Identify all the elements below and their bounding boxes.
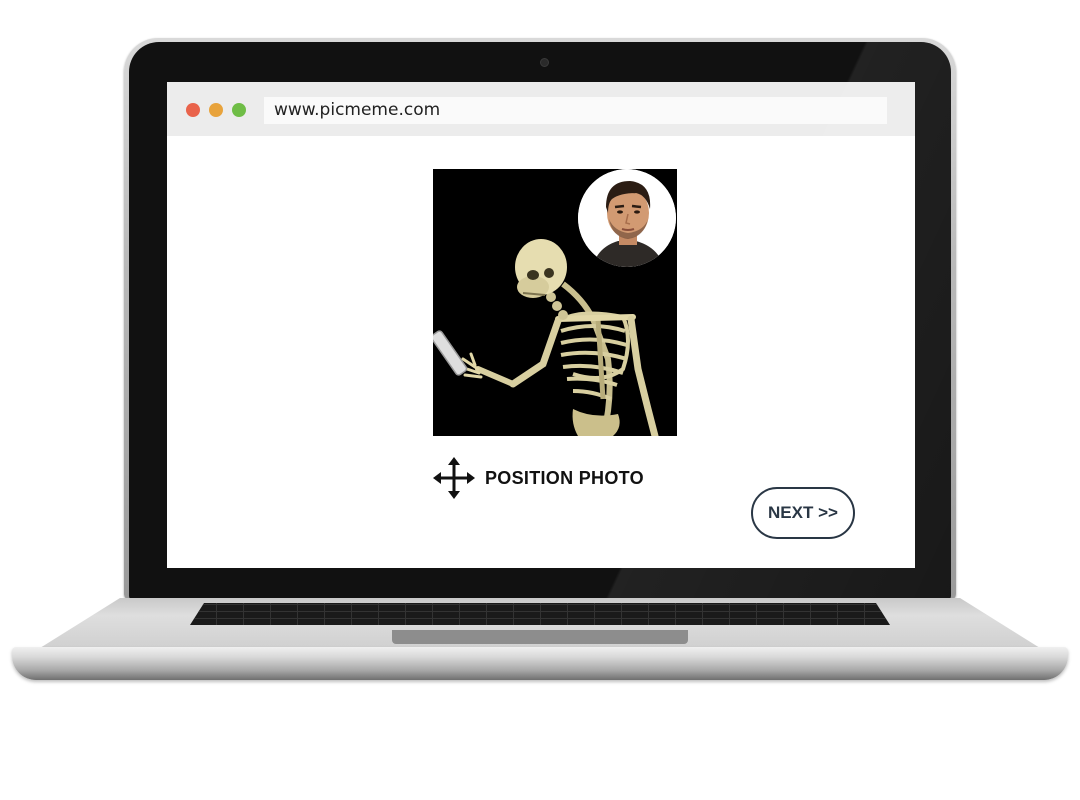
window-maximize-button[interactable] (232, 103, 246, 117)
window-close-button[interactable] (186, 103, 200, 117)
browser-toolbar: www.picmeme.com (167, 82, 915, 136)
next-button[interactable]: NEXT >> (751, 487, 855, 539)
webcam (540, 58, 549, 67)
avatar-photo[interactable] (578, 169, 676, 267)
position-photo-label: POSITION PHOTO (485, 468, 644, 488)
laptop-bezel: www.picmeme.com POSITION PHOTO NEXT >> (129, 42, 951, 600)
man-portrait-image (578, 169, 676, 267)
laptop-lid: www.picmeme.com POSITION PHOTO NEXT >> (124, 38, 956, 600)
laptop-screen: www.picmeme.com POSITION PHOTO NEXT >> (167, 82, 915, 568)
address-bar[interactable]: www.picmeme.com (264, 97, 887, 124)
keyboard-keys (190, 603, 890, 625)
laptop-base-front (12, 647, 1068, 680)
laptop-keyboard (190, 603, 890, 625)
position-photo-control[interactable]: POSITION PHOTO (433, 457, 693, 499)
move-arrows-icon[interactable] (433, 457, 475, 499)
laptop-trackpad (392, 630, 688, 644)
window-minimize-button[interactable] (209, 103, 223, 117)
